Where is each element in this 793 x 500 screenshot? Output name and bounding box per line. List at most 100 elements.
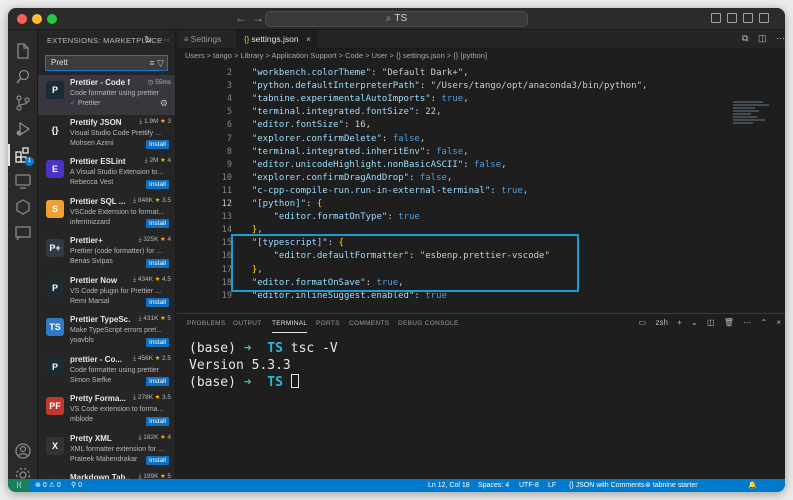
line-text: "terminal.integrated.inheritEnv": false,: [251, 146, 469, 157]
close-tab-icon[interactable]: ×: [306, 30, 311, 49]
extension-icon: {}: [46, 120, 64, 139]
install-button[interactable]: Install: [146, 179, 169, 189]
extension-item[interactable]: E Prettier ESLint A Visual Studio Extensio…: [38, 154, 175, 194]
zoom-window-button[interactable]: [47, 14, 57, 24]
line-text: "explorer.confirmDelete": false,: [251, 133, 426, 144]
eol-status[interactable]: LF: [548, 479, 556, 492]
extension-item[interactable]: PF Pretty Forma... VS Code extension to fo…: [38, 391, 175, 431]
extension-description: Prettier (code formatter) for ...: [70, 248, 163, 255]
customize-layout-icon[interactable]: [759, 13, 769, 23]
install-button[interactable]: Install: [146, 140, 169, 149]
refresh-icon[interactable]: ↻: [144, 35, 153, 46]
terminal-shell-icon[interactable]: ▭ zsh: [639, 318, 668, 327]
cursor-position[interactable]: Ln 12, Col 18: [428, 479, 470, 492]
minimap[interactable]: [733, 101, 771, 131]
extension-item[interactable]: P Prettier Now VS Code plugin for Prettier…: [38, 273, 175, 313]
breadcrumb[interactable]: Users > tango > Library > Application Su…: [177, 49, 785, 63]
maximize-panel-icon[interactable]: ⌃: [760, 318, 767, 327]
install-button[interactable]: Install: [146, 416, 169, 426]
extension-stats: ⤓ 434K ★ 4.5: [133, 275, 171, 283]
search-icon[interactable]: [14, 68, 32, 86]
notifications-icon[interactable]: 🔔: [748, 479, 757, 492]
command-center[interactable]: ⌕ TS: [265, 11, 528, 27]
extensions-icon[interactable]: 1: [14, 146, 34, 166]
more-actions-icon[interactable]: ⋯: [776, 33, 785, 43]
extension-stats: ⤓ 431K ★ 5: [138, 315, 171, 322]
install-button[interactable]: Install: [146, 258, 169, 268]
manage-extension-gear-icon[interactable]: ⚙: [160, 98, 168, 109]
extension-description: VS Code plugin for Prettier ...: [70, 287, 162, 295]
line-text: "explorer.confirmDragAndDrop": false,: [251, 172, 453, 183]
testing-icon[interactable]: [14, 198, 32, 216]
panel-tab-problems[interactable]: PROBLEMS: [187, 314, 226, 333]
install-button[interactable]: Install: [146, 456, 169, 465]
more-actions-icon[interactable]: ⋯: [160, 35, 170, 46]
install-button[interactable]: Install: [146, 377, 169, 386]
clear-filter-icon[interactable]: ≡: [149, 58, 154, 68]
source-control-icon[interactable]: [14, 94, 32, 112]
extensions-sidebar: EXTENSIONS: MARKETPLACE ↻ ⋯ Prett ≡ ▽ PP…: [38, 30, 176, 479]
extensions-search-input[interactable]: Prett ≡ ▽: [45, 55, 168, 71]
line-number: 16: [221, 251, 232, 262]
forward-arrow-icon[interactable]: →: [252, 11, 264, 25]
extension-icon: TS: [46, 318, 64, 336]
extension-name: prettier - Co...: [70, 354, 123, 364]
extension-item[interactable]: MMarkdown Tab...⤓ 199K ★ 5: [38, 470, 175, 479]
docker-icon[interactable]: [14, 224, 32, 242]
tab-settings[interactable]: ≡ Settings: [177, 30, 237, 49]
toggle-primary-sidebar-icon[interactable]: [711, 13, 721, 23]
extension-item[interactable]: P+ Prettier+ Prettier (code formatter) for…: [38, 233, 175, 273]
back-arrow-icon[interactable]: ←: [235, 11, 247, 25]
run-debug-icon[interactable]: [14, 120, 32, 138]
indentation-status[interactable]: Spaces: 4: [478, 479, 509, 492]
install-button[interactable]: Install: [146, 337, 169, 347]
active-view-indicator: [8, 144, 10, 166]
panel-tab-ports[interactable]: PORTS: [316, 314, 340, 333]
tabnine-status[interactable]: ⊛ tabnine starter: [645, 479, 698, 492]
problems-status[interactable]: ⊗ 0 ⚠ 0: [35, 479, 61, 492]
terminal-line: Version 5.3.3: [189, 358, 291, 373]
explorer-icon[interactable]: [14, 42, 32, 60]
kill-terminal-icon[interactable]: 🗑: [724, 318, 734, 327]
extension-item[interactable]: TS Prettier TypeSc... Make TypeScript erro…: [38, 312, 175, 352]
terminal-dropdown-icon[interactable]: ⌄: [691, 318, 698, 327]
remote-indicator-icon[interactable]: ⟩⟨: [8, 479, 30, 492]
extension-item[interactable]: X Pretty XML XML formatter extension for .…: [38, 431, 175, 471]
more-actions-icon[interactable]: ⋯: [743, 318, 751, 327]
install-button[interactable]: Install: [146, 219, 169, 228]
new-terminal-icon[interactable]: +: [677, 318, 682, 327]
extension-name: Prettier SQL ...: [70, 196, 126, 206]
split-terminal-icon[interactable]: ◫: [707, 318, 715, 327]
toggle-secondary-sidebar-icon[interactable]: [743, 13, 753, 23]
panel-tab-terminal[interactable]: TERMINAL: [272, 314, 308, 333]
extension-item[interactable]: Pprettier - Co... Code formatter using pr…: [38, 352, 175, 392]
filter-icon[interactable]: ▽: [157, 58, 164, 68]
line-number: 8: [226, 146, 232, 157]
close-window-button[interactable]: [17, 14, 27, 24]
split-editor-icon[interactable]: ◫: [758, 33, 767, 43]
remote-explorer-icon[interactable]: [14, 172, 32, 190]
ports-status[interactable]: ⚲ 0: [71, 479, 82, 492]
extension-item[interactable]: P Prettier - Code for... Code formatter us…: [38, 75, 175, 115]
line-text: "editor.formatOnType": true: [273, 212, 420, 223]
encoding-status[interactable]: UTF-8: [519, 479, 539, 492]
toggle-panel-icon[interactable]: [727, 13, 737, 23]
search-value: Prett: [51, 58, 68, 67]
language-mode[interactable]: {} JSON with Comments: [569, 479, 644, 492]
account-icon[interactable]: [14, 442, 32, 460]
panel-tab-comments[interactable]: COMMENTS: [349, 314, 389, 333]
extension-description: A Visual Studio Extension to...: [70, 169, 164, 176]
close-panel-icon[interactable]: ×: [776, 318, 781, 327]
extension-item[interactable]: {} Prettify JSON Visual Studio Code Pretti…: [38, 115, 175, 155]
install-button[interactable]: Install: [146, 298, 169, 307]
open-settings-ui-icon[interactable]: ⧉: [742, 33, 748, 43]
panel-tab-debug-console[interactable]: DEBUG CONSOLE: [398, 314, 459, 333]
terminal[interactable]: (base) ➜ TS tsc -V Version 5.3.3 (base) …: [189, 340, 338, 391]
panel-tab-output[interactable]: OUTPUT: [233, 314, 262, 333]
extension-name: Prettier - Code for...: [70, 78, 130, 87]
minimize-window-button[interactable]: [32, 14, 42, 24]
extension-icon: P: [46, 278, 64, 297]
extension-item[interactable]: S Prettier SQL ... VSCode Extension to for…: [38, 194, 175, 234]
title-bar: ← → ⌕ TS: [8, 8, 785, 30]
tab-settings-json[interactable]: {} settings.json ×: [237, 30, 317, 49]
